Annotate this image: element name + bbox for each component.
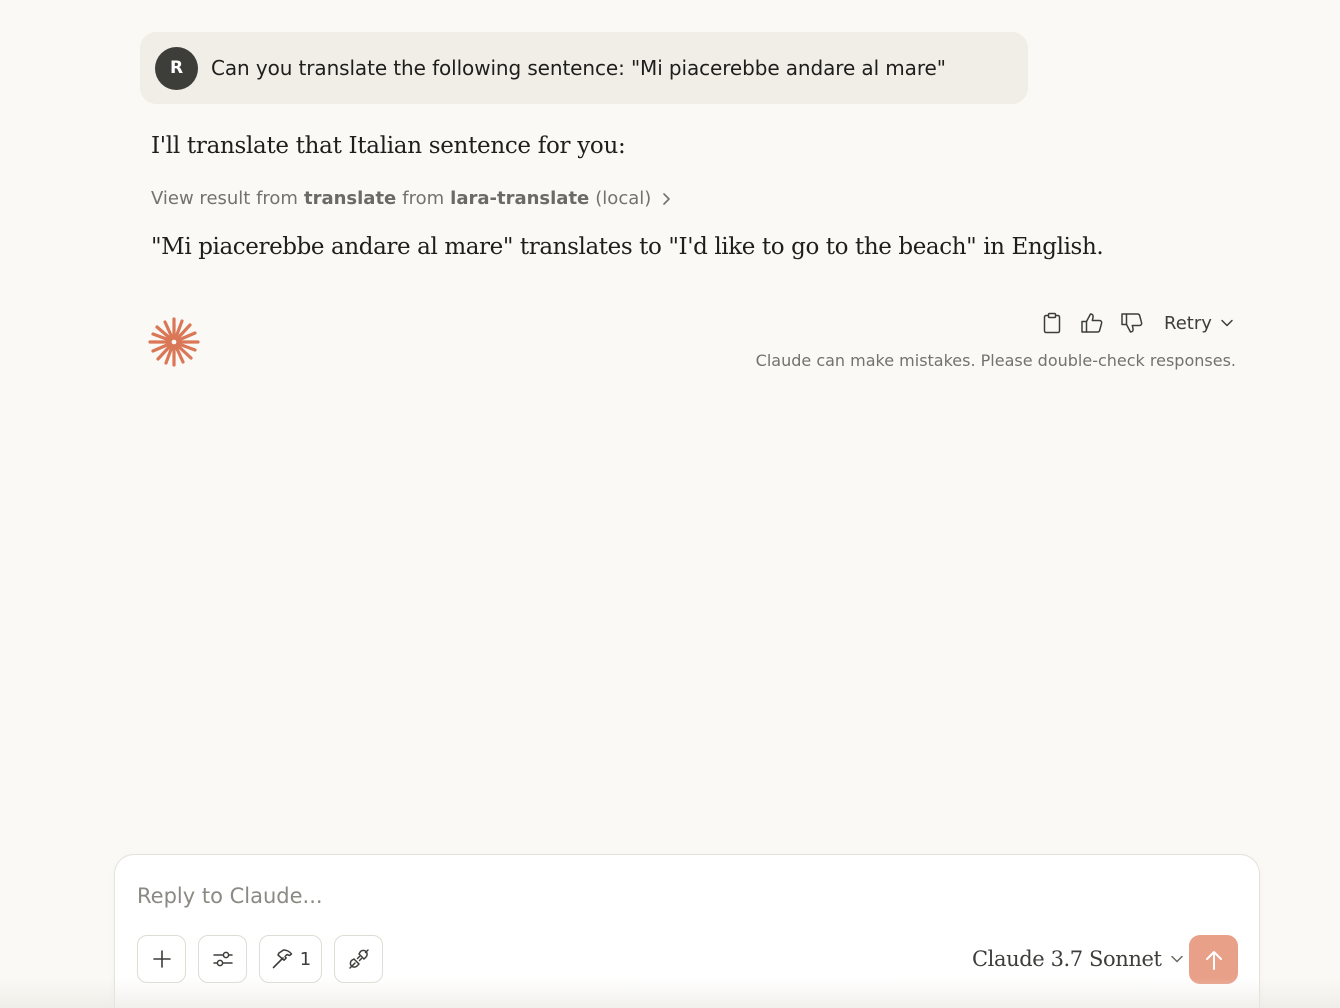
tool-result-suffix: (local)	[595, 188, 652, 209]
chevron-down-icon	[1221, 319, 1233, 327]
tool-result-link[interactable]: View result from translate from lara-tra…	[151, 188, 671, 209]
plug-icon	[348, 949, 369, 969]
disclaimer-text: Claude can make mistakes. Please double-…	[755, 351, 1236, 370]
claude-spark-icon	[148, 317, 200, 367]
retry-label: Retry	[1164, 312, 1212, 334]
plus-icon	[152, 950, 171, 968]
chevron-down-icon	[1170, 955, 1183, 963]
add-attachment-button[interactable]	[137, 935, 186, 983]
user-avatar: R	[155, 46, 198, 90]
response-actions: Retry	[1034, 307, 1234, 339]
reply-input[interactable]	[137, 879, 1137, 913]
user-message-text: Can you translate the following sentence…	[211, 56, 946, 80]
user-message: R Can you translate the following senten…	[140, 32, 1028, 104]
composer: 1 Claude 3.7 Sonnet	[114, 854, 1260, 1008]
clipboard-icon	[1043, 312, 1061, 334]
thumbs-up-icon	[1081, 313, 1103, 333]
response-body: "Mi piacerebbe andare al mare" translate…	[151, 234, 1104, 260]
server-name: lara-translate	[450, 188, 590, 209]
tool-name: translate	[303, 188, 397, 209]
settings-sliders-button[interactable]	[198, 935, 247, 983]
tool-result-middle: from	[402, 188, 445, 209]
chevron-right-icon	[661, 192, 671, 206]
thumbs-down-button[interactable]	[1114, 307, 1150, 339]
tools-count: 1	[299, 948, 312, 970]
tools-button[interactable]: 1	[259, 935, 322, 983]
thumbs-up-button[interactable]	[1074, 307, 1110, 339]
hammer-icon	[272, 949, 293, 969]
chat-page: R Can you translate the following senten…	[0, 0, 1340, 1008]
arrow-up-icon	[1205, 950, 1222, 970]
retry-button[interactable]: Retry	[1164, 313, 1234, 334]
thumbs-down-icon	[1121, 313, 1143, 333]
response-intro: I'll translate that Italian sentence for…	[151, 133, 626, 159]
model-name: Claude 3.7 Sonnet	[972, 947, 1162, 971]
send-button[interactable]	[1189, 935, 1238, 984]
tool-result-prefix: View result from	[151, 188, 298, 209]
copy-button[interactable]	[1034, 307, 1070, 339]
sliders-icon	[212, 951, 233, 967]
model-selector[interactable]: Claude 3.7 Sonnet	[972, 943, 1184, 975]
integrations-button[interactable]	[334, 935, 383, 983]
